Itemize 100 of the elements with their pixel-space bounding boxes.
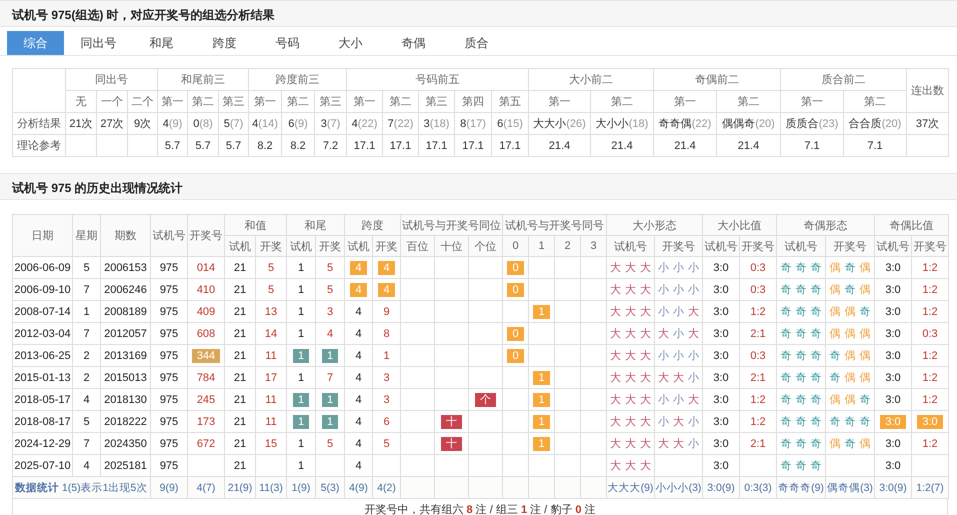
table-cell: 2018-08-17 (12, 410, 72, 432)
table-cell: 大 大 大 (606, 322, 655, 344)
table-cell: 2018-05-17 (12, 388, 72, 410)
column-header: 奇偶形态 (776, 214, 875, 236)
table-cell: 21.4 (590, 134, 654, 156)
column-header: 0 (502, 236, 529, 256)
table-cell: 3:0 (874, 432, 912, 454)
table-cell: 11 (256, 344, 286, 366)
table-cell: 大 大 大 (606, 388, 655, 410)
highlighted-number: 4 (378, 260, 395, 274)
highlighted-number: 1 (533, 370, 550, 384)
table-cell: 17 (256, 366, 286, 388)
column-header: 开奖 (372, 236, 400, 256)
table-cell: 3:0 (702, 256, 740, 278)
table-cell: 1:2 (912, 344, 949, 366)
table-cell: 3:0 (702, 278, 740, 300)
table-cell: 21 (224, 278, 256, 300)
table-cell: 21 (224, 366, 256, 388)
table-cell: 2008-07-14 (12, 300, 72, 322)
tab[interactable]: 跨度 (196, 31, 253, 55)
column-header: 二个 (128, 90, 158, 112)
highlighted-number: 4 (350, 282, 367, 296)
column-header: 日期 (12, 214, 72, 256)
column-header: 奇偶比值 (874, 214, 949, 236)
table-cell: 21 (224, 410, 256, 432)
table-cell: 173 (188, 410, 224, 432)
table-cell: 8.2 (282, 134, 315, 156)
table-cell: 608 (188, 322, 224, 344)
column-header: 第二 (282, 90, 315, 112)
table-cell: 975 (150, 256, 188, 278)
table-cell: 3:0 (874, 344, 912, 366)
table-cell: 21 (224, 388, 256, 410)
highlighted-number: 0 (507, 282, 524, 296)
footer-label: 数据统计 (15, 482, 59, 494)
column-header: 试机 (286, 236, 316, 256)
table-cell: 偶偶奇(20) (716, 112, 781, 134)
table-cell: 3(7) (314, 112, 347, 134)
column-header: 大小前二 (528, 68, 654, 90)
table-cell: 4 (344, 388, 372, 410)
table-cell: 5 (316, 256, 344, 278)
table-cell: 410 (188, 278, 224, 300)
column-header: 第一 (780, 90, 844, 112)
table-cell: 975 (150, 410, 188, 432)
highlighted-number: 1 (322, 348, 338, 362)
highlighted-number: 十 (441, 436, 462, 450)
tab[interactable]: 奇偶 (385, 31, 442, 55)
table-cell: 4 (344, 410, 372, 432)
table-cell: 2015013 (100, 366, 150, 388)
highlighted-number: 十 (441, 414, 462, 428)
table-cell: 2006153 (100, 256, 150, 278)
column-header: 试机号 (606, 236, 655, 256)
table-cell: 小 小 大 (654, 388, 703, 410)
table-cell: 3:0(9) (874, 476, 912, 498)
table-cell: 奇 奇 奇 (776, 388, 826, 410)
table-cell: 1:2 (912, 388, 949, 410)
table-cell: 11 (256, 388, 286, 410)
table-cell: 奇奇奇(9) (776, 476, 826, 498)
table-cell: 1:2 (912, 300, 949, 322)
table-cell: 1:2 (912, 432, 949, 454)
table-cell: 0:3(3) (740, 476, 777, 498)
table-cell: 奇 奇 奇 (776, 344, 826, 366)
tab[interactable]: 质合 (448, 31, 505, 55)
table-cell: 7.1 (844, 134, 907, 156)
table-cell: 大 大 大 (606, 344, 655, 366)
table-cell: 4(2) (372, 476, 400, 498)
highlighted-number: 0 (507, 348, 524, 362)
table-cell: 奇奇偶(22) (654, 112, 717, 134)
table-cell: 大大大(9) (606, 476, 655, 498)
table-cell: 2 (72, 366, 100, 388)
table-cell: 21 (224, 322, 256, 344)
highlighted-number: 1 (292, 414, 310, 428)
table-cell: 偶 偶 奇 (826, 388, 875, 410)
section-title: 试机号 975(组选) 时，对应开奖号的组选分析结果 (12, 7, 275, 24)
table-cell: 奇 奇 奇 (776, 410, 826, 432)
table-cell: 672 (188, 432, 224, 454)
footer-note: 1(5)表示1出现5次 (62, 482, 148, 494)
column-header: 试机号与开奖号同号 (502, 214, 607, 236)
tab[interactable]: 同出号 (70, 31, 127, 55)
table-cell: 975 (150, 322, 188, 344)
tab[interactable]: 号码 (259, 31, 316, 55)
table-cell: 15 (256, 432, 286, 454)
table-cell: 27次 (96, 112, 128, 134)
tab[interactable]: 和尾 (133, 31, 190, 55)
table-cell: 3:0 (874, 256, 912, 278)
table-cell: 3 (372, 388, 400, 410)
table-cell: 7(22) (382, 112, 419, 134)
table-cell: 合合质(20) (844, 112, 907, 134)
table-cell: 4(14) (248, 112, 282, 134)
table-cell: 1:2(7) (912, 476, 949, 498)
tab[interactable]: 大小 (322, 31, 379, 55)
table-cell: 5 (72, 410, 100, 432)
table-cell: 2:1 (740, 366, 777, 388)
column-header: 十位 (434, 236, 468, 256)
table-cell: 17.1 (454, 134, 492, 156)
table-cell: 4(22) (346, 112, 383, 134)
table-cell: 245 (188, 388, 224, 410)
table-cell: 8(17) (454, 112, 492, 134)
table-cell: 9次 (128, 112, 158, 134)
column-header: 一个 (96, 90, 128, 112)
table-cell: 4 (344, 322, 372, 344)
